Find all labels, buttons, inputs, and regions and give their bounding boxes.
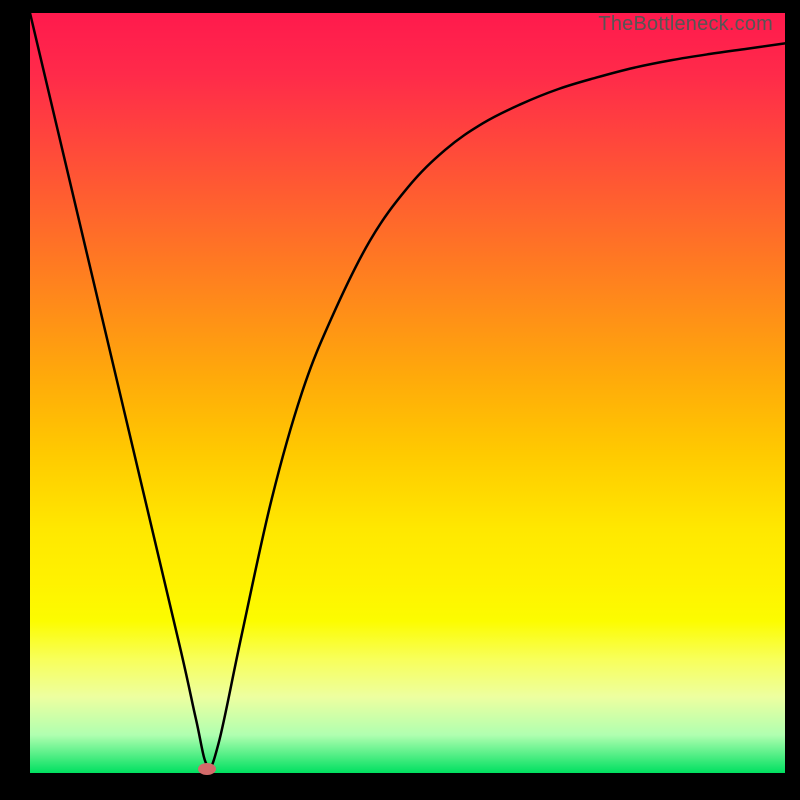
bottleneck-curve: [30, 13, 785, 773]
plot-area: TheBottleneck.com: [30, 13, 785, 773]
optimal-point-marker: [198, 763, 216, 775]
watermark-text: TheBottleneck.com: [598, 13, 773, 36]
